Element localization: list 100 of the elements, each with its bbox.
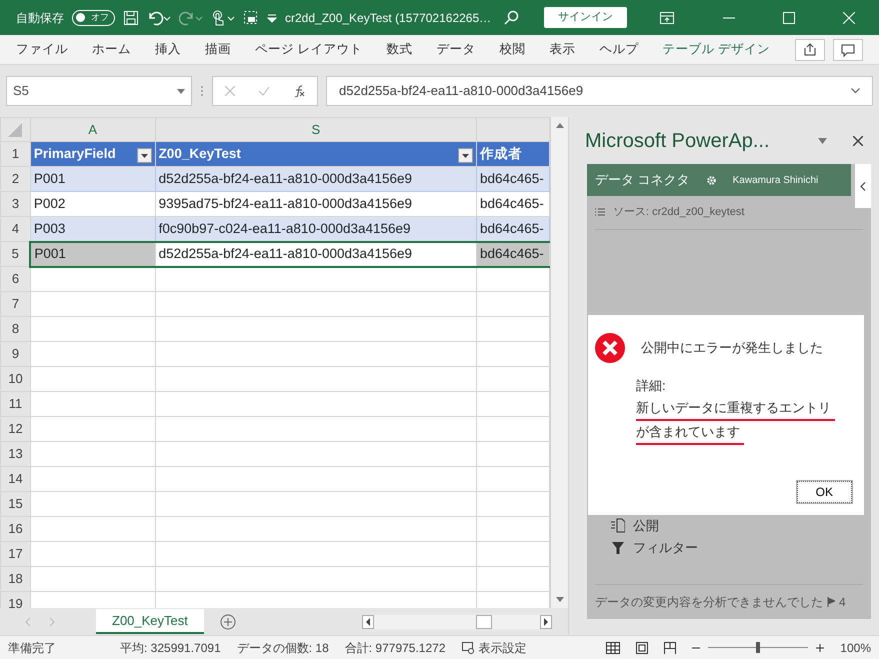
add-sheet-icon[interactable] [220, 614, 236, 630]
table-cell: bd64c465- [476, 166, 550, 192]
sheet-tab[interactable]: Z00_KeyTest [96, 608, 204, 634]
horizontal-scrollbar[interactable] [374, 614, 540, 628]
row-number[interactable]: 1 [0, 142, 30, 166]
row-number[interactable]: 9 [0, 342, 30, 366]
ribbon-tab[interactable]: ページ レイアウト [243, 40, 374, 59]
table-cell: f0c90b97-c024-ea11-a810-000d3a4156e9 [155, 216, 476, 242]
details-label: 詳細: [636, 377, 667, 395]
gear-icon[interactable] [706, 174, 717, 186]
name-box[interactable]: S5 [6, 76, 192, 106]
ribbon-tab[interactable]: ヘルプ [587, 40, 650, 59]
row-number[interactable]: 18 [0, 566, 30, 592]
scroll-right-icon[interactable] [540, 614, 552, 628]
table-cell: d52d255a-bf24-ea11-a810-000d3a4156e9 [155, 166, 476, 192]
zoom-in-icon[interactable] [816, 644, 824, 652]
ribbon-tab[interactable]: ホーム [80, 40, 143, 59]
sum-value: 合計: 977975.1272 [344, 640, 446, 656]
error-message: 新しいデータに重複するエントリ [636, 397, 835, 421]
row-number[interactable]: 5 [0, 242, 30, 266]
row-number[interactable]: 17 [0, 542, 30, 566]
ribbon-tab[interactable]: 描画 [193, 40, 243, 59]
count-value: データの個数: 18 [236, 640, 329, 656]
scroll-thumb[interactable] [476, 614, 492, 628]
source-label: ソース: cr2dd_z00_keytest [613, 205, 744, 220]
function-icon[interactable] [293, 85, 306, 97]
scroll-left-icon[interactable] [362, 614, 374, 628]
filter-dropdown-icon[interactable] [458, 148, 473, 163]
pane-menu-icon[interactable] [818, 138, 827, 144]
scroll-down-icon[interactable] [554, 596, 564, 604]
table-cell: bd64c465- [476, 216, 550, 242]
page-layout-icon[interactable] [636, 642, 648, 654]
chevron-left-icon [860, 182, 866, 190]
row-number[interactable]: 10 [0, 366, 30, 392]
row-number[interactable]: 4 [0, 216, 30, 242]
dropdown-icon [177, 88, 185, 94]
more-icon[interactable] [267, 12, 277, 22]
column-header[interactable]: A [30, 118, 156, 142]
table-cell: bd64c465- [476, 242, 550, 266]
row-number[interactable]: 12 [0, 416, 30, 442]
ribbon-tab[interactable]: 数式 [374, 40, 424, 59]
ribbon-display-icon[interactable] [659, 10, 675, 24]
page-break-icon[interactable] [664, 642, 676, 654]
row-number[interactable]: 2 [0, 166, 30, 192]
touch-icon[interactable] [211, 10, 235, 26]
row-number[interactable]: 6 [0, 266, 30, 292]
comment-icon[interactable] [833, 38, 863, 60]
scroll-up-icon[interactable] [554, 121, 564, 129]
ribbon-tab[interactable]: 挿入 [143, 40, 193, 59]
maximize-icon[interactable] [783, 12, 795, 24]
column-header[interactable]: S [155, 118, 476, 142]
connector-header: データ コネクタ [595, 171, 690, 190]
row-number[interactable]: 13 [0, 442, 30, 466]
document-title: cr2dd_Z00_KeyTest (157702162265… [285, 10, 492, 26]
pane-action[interactable]: フィルター [633, 538, 698, 558]
ribbon-tab[interactable]: 表示 [537, 40, 588, 59]
user-name: Kawamura Shinichi [732, 174, 818, 188]
status-message: データの変更内容を分析できませんでした [595, 594, 823, 611]
ok-button[interactable]: OK [796, 481, 852, 503]
undo-icon[interactable] [147, 10, 171, 26]
row-number[interactable]: 14 [0, 466, 30, 492]
search-icon[interactable] [504, 10, 520, 26]
autosave-label: 自動保存 [16, 10, 64, 26]
table-cell: P003 [30, 216, 156, 242]
table-header-cell: PrimaryField [30, 142, 156, 166]
list-icon [595, 208, 605, 216]
row-number[interactable]: 8 [0, 316, 30, 342]
table-cell: P001 [30, 166, 156, 192]
table-header-cell: Z00_KeyTest [155, 142, 476, 166]
row-number[interactable]: 16 [0, 516, 30, 542]
row-number[interactable]: 3 [0, 192, 30, 216]
grip-icon [200, 85, 204, 97]
zoom-level[interactable]: 100% [840, 638, 871, 656]
filter-icon[interactable] [611, 540, 625, 555]
display-settings-button[interactable]: 表示設定 [462, 638, 527, 656]
share-icon[interactable] [795, 38, 825, 60]
filter-dropdown-icon[interactable] [136, 148, 152, 163]
message-count: 4 [839, 594, 846, 611]
autosave-toggle[interactable]: オフ [72, 10, 115, 26]
row-number[interactable]: 15 [0, 492, 30, 516]
table-header-cell: 作成者 [476, 142, 550, 166]
average-value: 平均: 325991.7091 [120, 640, 221, 656]
normal-view-icon[interactable] [606, 642, 620, 654]
sign-in-button[interactable]: サインイン [544, 7, 627, 28]
ribbon-tab[interactable]: テーブル デザイン [650, 40, 782, 59]
zoom-slider[interactable] [756, 642, 760, 653]
ribbon-tab[interactable]: 校閲 [487, 40, 538, 59]
row-number[interactable]: 11 [0, 392, 30, 416]
check-icon[interactable] [258, 86, 270, 96]
row-number[interactable]: 7 [0, 292, 30, 316]
save-icon[interactable] [123, 10, 139, 26]
ribbon-tab[interactable]: ファイル [4, 40, 80, 59]
error-message: が含まれています [636, 421, 744, 445]
pane-action[interactable]: 公開 [633, 516, 659, 536]
formula-field[interactable]: d52d255a-bf24-ea11-a810-000d3a4156e9 [326, 76, 873, 106]
table-cell: P001 [30, 242, 156, 266]
close-icon[interactable] [853, 136, 863, 146]
screenshot-icon[interactable] [243, 10, 259, 26]
ribbon-tab[interactable]: データ [424, 40, 488, 59]
publish-icon[interactable] [611, 518, 625, 533]
